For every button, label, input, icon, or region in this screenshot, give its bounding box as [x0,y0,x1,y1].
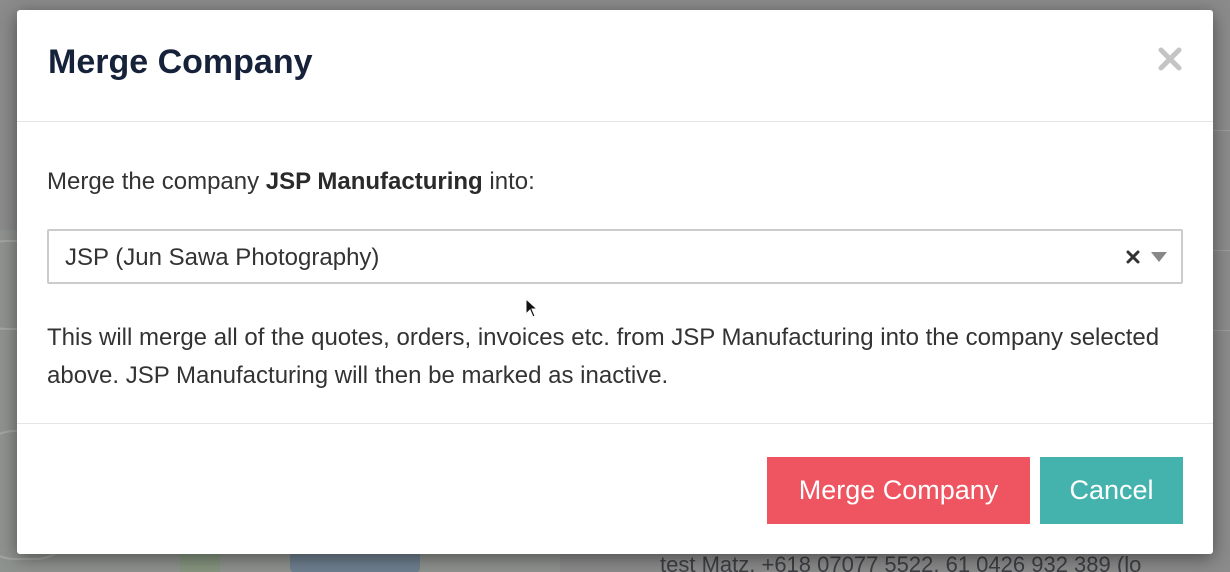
selected-company: JSP (Jun Sawa Photography) [65,244,380,271]
merge-info-text: This will merge all of the quotes, order… [47,324,1160,389]
chevron-down-icon[interactable] [1151,252,1167,262]
target-company-select[interactable]: JSP (Jun Sawa Photography) [47,229,1183,284]
mouse-cursor-icon [525,298,539,318]
modal-header: Merge Company [17,10,1213,122]
close-icon[interactable] [1155,44,1185,74]
background-contact-text: test Matz, +618 07077 5522, 61 0426 932 … [660,552,1142,572]
modal-body: Merge the company JSP Manufacturing into… [17,122,1213,424]
clear-x-icon[interactable] [1125,249,1141,265]
modal-title: Merge Company [48,43,313,81]
prompt-suffix: into: [482,168,535,195]
merge-company-modal: Merge Company Merge the company JSP Manu… [17,10,1213,554]
source-company-name: JSP Manufacturing [265,168,483,195]
merge-prompt: Merge the company JSP Manufacturing into… [47,168,535,196]
merge-company-button[interactable]: Merge Company [767,457,1030,524]
modal-footer: Merge Company Cancel [17,424,1213,553]
prompt-prefix: Merge the company [47,168,266,195]
cancel-button[interactable]: Cancel [1040,457,1183,524]
